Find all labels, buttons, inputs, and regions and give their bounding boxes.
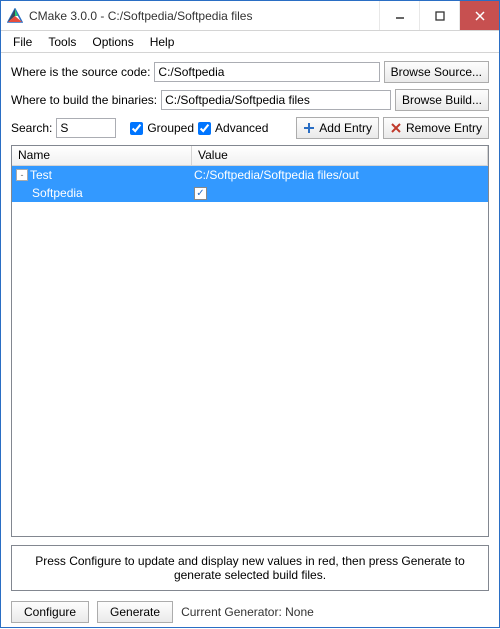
grouped-checkbox[interactable]: Grouped [130,121,194,135]
cell-name: Softpedia [12,186,192,200]
menu-options[interactable]: Options [84,33,141,51]
close-button[interactable] [459,1,499,30]
search-label: Search: [11,121,52,135]
generator-label: Current Generator: None [181,605,314,619]
titlebar: CMake 3.0.0 - C:/Softpedia/Softpedia fil… [1,1,499,31]
info-text: Press Configure to update and display ne… [11,545,489,591]
row-name-text: Softpedia [32,186,83,200]
cell-value[interactable]: ✓ [192,187,488,200]
source-input[interactable] [154,62,379,82]
source-label: Where is the source code: [11,65,150,79]
build-label: Where to build the binaries: [11,93,157,107]
tree-toggle-icon[interactable]: - [16,169,28,181]
generate-button[interactable]: Generate [97,601,173,623]
search-input[interactable] [56,118,116,138]
table-header: Name Value [12,146,488,166]
advanced-checkbox[interactable]: Advanced [198,121,268,135]
cmake-icon [7,8,23,24]
grouped-label: Grouped [147,121,194,135]
browse-build-button[interactable]: Browse Build... [395,89,489,111]
advanced-label: Advanced [215,121,268,135]
remove-entry-label: Remove Entry [406,121,482,135]
configure-button[interactable]: Configure [11,601,89,623]
col-value[interactable]: Value [192,146,488,165]
value-checkbox[interactable]: ✓ [194,187,207,200]
window-title: CMake 3.0.0 - C:/Softpedia/Softpedia fil… [29,9,379,23]
cell-value[interactable]: C:/Softpedia/Softpedia files/out [192,168,488,182]
x-icon [390,122,402,134]
menu-tools[interactable]: Tools [40,33,84,51]
row-name-text: Test [30,168,52,182]
remove-entry-button[interactable]: Remove Entry [383,117,489,139]
maximize-button[interactable] [419,1,459,30]
menu-file[interactable]: File [5,33,40,51]
table-row[interactable]: -TestC:/Softpedia/Softpedia files/out [12,166,488,184]
plus-icon [303,122,315,134]
col-name[interactable]: Name [12,146,192,165]
cell-name: -Test [12,168,192,182]
menu-help[interactable]: Help [142,33,183,51]
grouped-checkbox-input[interactable] [130,122,143,135]
cache-table: Name Value -TestC:/Softpedia/Softpedia f… [11,145,489,537]
advanced-checkbox-input[interactable] [198,122,211,135]
build-input[interactable] [161,90,391,110]
table-row[interactable]: Softpedia ✓ [12,184,488,202]
menubar: File Tools Options Help [1,31,499,53]
browse-source-button[interactable]: Browse Source... [384,61,489,83]
add-entry-label: Add Entry [319,121,372,135]
add-entry-button[interactable]: Add Entry [296,117,379,139]
minimize-button[interactable] [379,1,419,30]
